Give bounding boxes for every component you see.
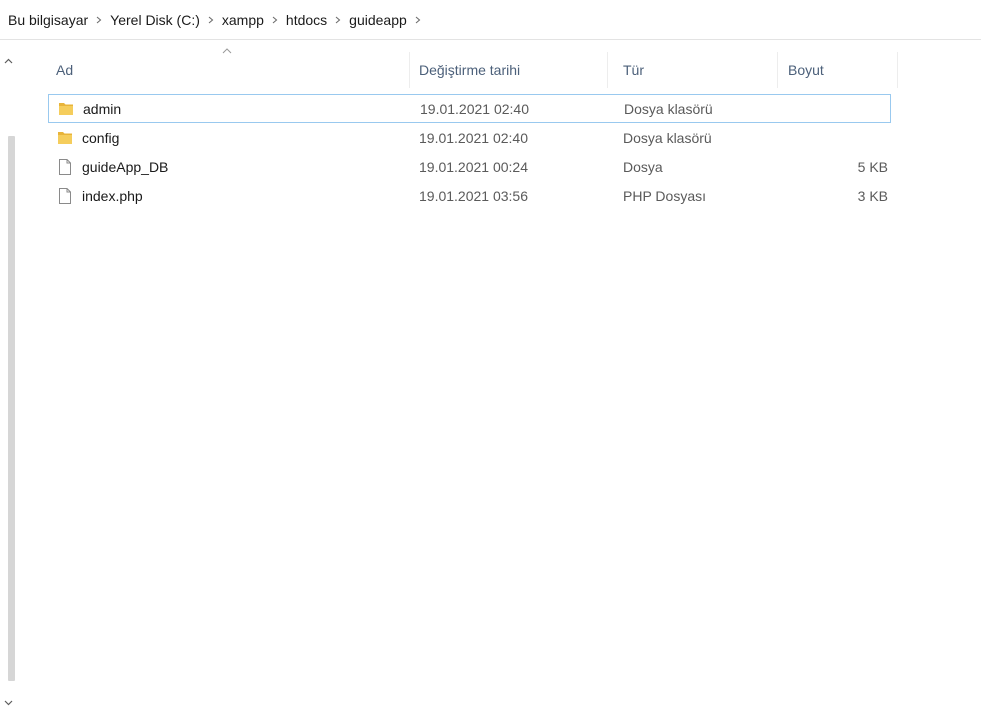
file-date: 19.01.2021 00:24 xyxy=(419,158,528,175)
breadcrumb: Bu bilgisayar Yerel Disk (C:) xampp htdo… xyxy=(6,9,427,31)
column-header-type[interactable]: Tür xyxy=(608,52,778,88)
chevron-right-icon[interactable] xyxy=(329,11,347,29)
chevron-right-icon[interactable] xyxy=(202,11,220,29)
column-header-row: Ad Değiştirme tarihi Tür Boyut xyxy=(48,48,948,88)
sort-ascending-icon xyxy=(221,45,233,57)
file-type: Dosya klasörü xyxy=(623,129,712,146)
column-header-name-label: Ad xyxy=(56,62,74,78)
file-name-cell: admin xyxy=(57,95,407,122)
file-name: index.php xyxy=(82,187,143,204)
column-header-size-label: Boyut xyxy=(788,62,824,78)
column-header-size[interactable]: Boyut xyxy=(778,52,898,88)
file-icon xyxy=(56,158,74,176)
file-row-index-php[interactable]: index.php 19.01.2021 03:56 PHP Dosyası 3… xyxy=(48,181,891,210)
file-name-cell: guideApp_DB xyxy=(56,152,406,181)
file-name-cell: index.php xyxy=(56,181,406,210)
column-divider[interactable] xyxy=(897,52,898,88)
folder-icon xyxy=(56,129,74,147)
file-type: Dosya xyxy=(623,158,663,175)
file-row-config[interactable]: config 19.01.2021 02:40 Dosya klasörü xyxy=(48,123,891,152)
file-size: 5 KB xyxy=(857,158,888,175)
column-header-type-label: Tür xyxy=(623,62,644,78)
file-name: admin xyxy=(83,100,122,117)
column-header-name[interactable]: Ad xyxy=(48,48,410,88)
breadcrumb-item-this-pc[interactable]: Bu bilgisayar xyxy=(6,12,90,28)
file-type: PHP Dosyası xyxy=(623,187,706,204)
file-icon xyxy=(56,187,74,205)
scrollbar-thumb[interactable] xyxy=(8,136,15,681)
file-size xyxy=(784,95,889,122)
breadcrumb-item-guideapp[interactable]: guideapp xyxy=(347,12,409,28)
file-name-cell: config xyxy=(56,123,406,152)
chevron-right-icon[interactable] xyxy=(90,11,108,29)
folder-icon xyxy=(57,100,75,118)
file-date: 19.01.2021 03:56 xyxy=(419,187,528,204)
file-row-guideapp-db[interactable]: guideApp_DB 19.01.2021 00:24 Dosya 5 KB xyxy=(48,152,891,181)
file-explorer-window: Bu bilgisayar Yerel Disk (C:) xampp htdo… xyxy=(0,0,981,711)
address-bar[interactable]: Bu bilgisayar Yerel Disk (C:) xampp htdo… xyxy=(0,0,981,40)
breadcrumb-item-local-disk[interactable]: Yerel Disk (C:) xyxy=(108,12,202,28)
column-header-date-label: Değiştirme tarihi xyxy=(419,62,521,78)
vertical-scrollbar[interactable] xyxy=(0,46,17,711)
scroll-up-icon[interactable] xyxy=(0,52,17,70)
file-name: config xyxy=(82,129,120,146)
file-list: admin 19.01.2021 02:40 Dosya klasörü con… xyxy=(48,94,898,210)
file-name: guideApp_DB xyxy=(82,158,169,175)
file-date: 19.01.2021 02:40 xyxy=(420,100,529,117)
file-type: Dosya klasörü xyxy=(624,100,713,117)
breadcrumb-item-htdocs[interactable]: htdocs xyxy=(284,12,329,28)
chevron-right-icon[interactable] xyxy=(409,11,427,29)
scroll-down-icon[interactable] xyxy=(0,694,17,711)
column-header-date[interactable]: Değiştirme tarihi xyxy=(410,52,608,88)
file-size: 3 KB xyxy=(857,187,888,204)
breadcrumb-item-xampp[interactable]: xampp xyxy=(220,12,266,28)
file-size xyxy=(783,123,888,152)
file-row-admin[interactable]: admin 19.01.2021 02:40 Dosya klasörü xyxy=(48,94,891,123)
file-date: 19.01.2021 02:40 xyxy=(419,129,528,146)
chevron-right-icon[interactable] xyxy=(266,11,284,29)
